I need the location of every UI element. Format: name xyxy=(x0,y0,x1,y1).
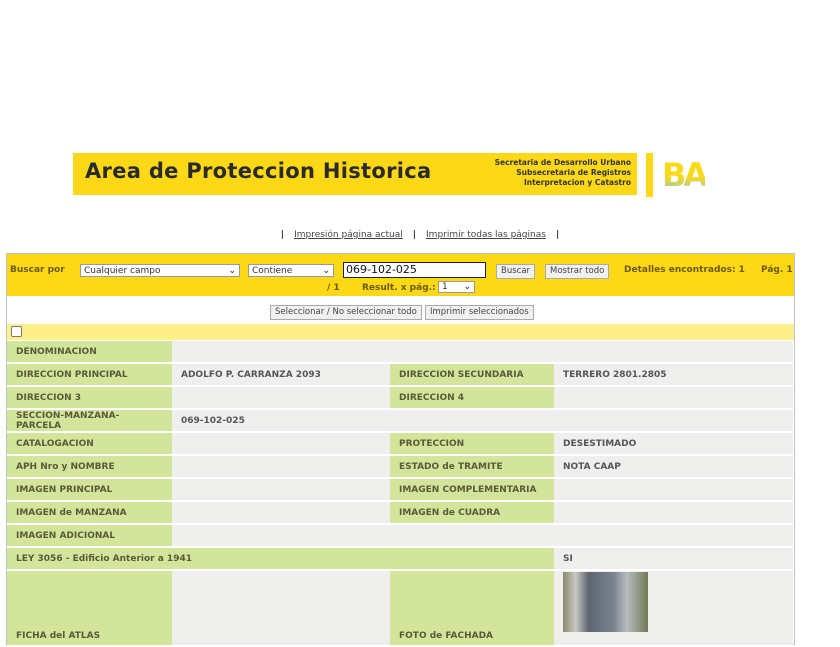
operator-value: Contiene xyxy=(252,266,293,276)
field-label: SECCION-MANZANA-PARCELA xyxy=(7,410,172,431)
sub-line: Secretaria de Desarrollo Urbano xyxy=(494,158,631,167)
facade-photo[interactable] xyxy=(563,572,648,632)
field-select[interactable]: Cualquier campo ⌄ xyxy=(80,264,240,277)
print-current-link[interactable]: Impresión página actual xyxy=(294,230,403,240)
field-label: IMAGEN de CUADRA xyxy=(390,502,554,523)
field-label: FICHA del ATLAS xyxy=(7,571,172,645)
sub-line: Subsecretaria de Registros xyxy=(516,168,631,177)
facade-photo-cell xyxy=(554,571,793,645)
field-label: DIRECCION PRINCIPAL xyxy=(7,364,172,385)
operator-select[interactable]: Contiene ⌄ xyxy=(248,264,334,277)
table-row: APH Nro y NOMBRE ESTADO de TRAMITE NOTA CA… xyxy=(7,456,793,477)
field-label: DENOMINACION xyxy=(7,341,172,362)
header-banner: Area de Proteccion Historica Secretaria … xyxy=(73,153,637,195)
field-value xyxy=(172,456,390,477)
page-number: Pág. 1 xyxy=(761,265,793,275)
field-value: SI xyxy=(554,548,793,569)
table-row: SECCION-MANZANA-PARCELA 069-102-025 xyxy=(7,410,793,431)
table-row: DIRECCION 3 DIRECCION 4 xyxy=(7,387,793,408)
chevron-down-icon: ⌄ xyxy=(322,266,330,276)
search-input[interactable]: 069-102-025 xyxy=(343,262,486,278)
table-row: IMAGEN ADICIONAL xyxy=(7,525,793,546)
field-label: IMAGEN ADICIONAL xyxy=(7,525,172,546)
field-value: DESESTIMADO xyxy=(554,433,793,454)
field-label: ESTADO de TRAMITE xyxy=(390,456,554,477)
table-row: DENOMINACION xyxy=(7,341,793,362)
field-value xyxy=(554,387,793,408)
field-label: DIRECCION 3 xyxy=(7,387,172,408)
field-value xyxy=(172,571,390,645)
field-value: TERRERO 2801.2805 xyxy=(554,364,793,385)
page-title: Area de Proteccion Historica xyxy=(85,159,432,183)
ba-logo: BA xyxy=(662,156,708,194)
field-label: IMAGEN PRINCIPAL xyxy=(7,479,172,500)
search-label: Buscar por xyxy=(10,265,65,275)
action-bar: Seleccionar / No seleccionar todo Imprim… xyxy=(7,296,794,324)
field-value xyxy=(554,502,793,523)
field-label: DIRECCION 4 xyxy=(390,387,554,408)
page-total: / 1 xyxy=(327,283,340,293)
field-value: ADOLFO P. CARRANZA 2093 xyxy=(172,364,390,385)
select-all-button[interactable]: Seleccionar / No seleccionar todo xyxy=(270,305,422,320)
field-value: Cualquier campo xyxy=(84,266,161,276)
field-label: CATALOGACION xyxy=(7,433,172,454)
sub-line: Interpretacion y Catastro xyxy=(523,178,631,187)
chevron-down-icon: ⌄ xyxy=(228,266,236,276)
table-row: DIRECCION PRINCIPAL ADOLFO P. CARRANZA 20… xyxy=(7,364,793,385)
field-label: DIRECCION SECUNDARIA xyxy=(390,364,554,385)
header-subtitle: Secretaria de Desarrollo Urbano Subsecre… xyxy=(495,158,631,188)
field-value xyxy=(554,479,793,500)
field-value xyxy=(172,341,793,362)
field-value xyxy=(172,479,390,500)
results-count: Detalles encontrados: 1 xyxy=(624,265,745,275)
results-panel: Buscar por Cualquier campo ⌄ Contiene ⌄ 06… xyxy=(6,253,795,645)
print-links: | Impresión página actual | Imprimir todas … xyxy=(280,230,560,240)
field-label: PROTECCION xyxy=(390,433,554,454)
table-row: IMAGEN de MANZANA IMAGEN de CUADRA xyxy=(7,502,793,523)
record-table: DENOMINACION DIRECCION PRINCIPAL ADOLFO P… xyxy=(7,339,793,647)
select-bar xyxy=(7,324,794,340)
table-row: FICHA del ATLAS FOTO de FACHADA xyxy=(7,571,793,645)
search-bar: Buscar por Cualquier campo ⌄ Contiene ⌄ 06… xyxy=(7,254,794,296)
table-row: LEY 3056 - Edificio Anterior a 1941 SI xyxy=(7,548,793,569)
field-label: APH Nro y NOMBRE xyxy=(7,456,172,477)
field-label: FOTO de FACHADA xyxy=(390,571,554,645)
record-checkbox[interactable] xyxy=(11,326,22,337)
print-all-link[interactable]: Imprimir todas las páginas xyxy=(426,230,546,240)
chevron-down-icon: ⌄ xyxy=(463,282,471,292)
print-selected-button[interactable]: Imprimir seleccionados xyxy=(425,305,534,320)
field-value xyxy=(172,525,793,546)
per-page-value: 1 xyxy=(442,282,448,292)
per-page-select[interactable]: 1 ⌄ xyxy=(438,281,475,293)
field-value: NOTA CAAP xyxy=(554,456,793,477)
table-row: IMAGEN PRINCIPAL IMAGEN COMPLEMENTARIA xyxy=(7,479,793,500)
divider xyxy=(646,153,653,197)
show-all-button[interactable]: Mostrar todo xyxy=(545,264,610,279)
field-value xyxy=(172,502,390,523)
field-label: IMAGEN de MANZANA xyxy=(7,502,172,523)
table-row: CATALOGACION PROTECCION DESESTIMADO xyxy=(7,433,793,454)
field-value xyxy=(172,387,390,408)
per-page-label: Result. x pág.: xyxy=(362,283,436,293)
search-button[interactable]: Buscar xyxy=(496,264,536,279)
field-value: 069-102-025 xyxy=(172,410,793,431)
field-label: LEY 3056 - Edificio Anterior a 1941 xyxy=(7,548,554,569)
field-value xyxy=(172,433,390,454)
field-label: IMAGEN COMPLEMENTARIA xyxy=(390,479,554,500)
